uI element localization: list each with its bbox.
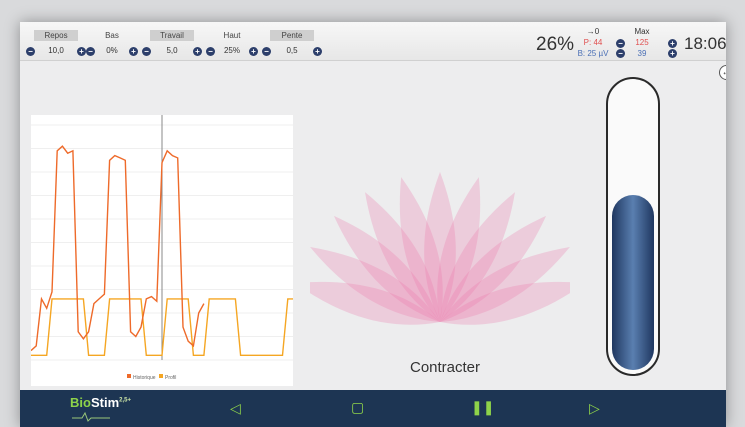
- bottom-navbar: BioStim2,5+ ◁ ▢ ❚❚ ▷: [20, 390, 726, 427]
- brand-logo: BioStim2,5+: [70, 395, 131, 422]
- param-pente-label: Pente: [270, 30, 314, 41]
- minus-circle-icon[interactable]: −: [616, 39, 625, 48]
- app-window: Repos − 10,0 + Bas − 0% + Travail − 5,0 …: [20, 22, 726, 427]
- plus-circle-icon[interactable]: +: [313, 47, 322, 56]
- legend-label: Profil: [165, 375, 176, 381]
- legend-swatch: [159, 374, 163, 378]
- clock: 18:06: [684, 34, 726, 53]
- param-pente: Pente − 0,5 +: [262, 30, 322, 56]
- waveform-icon: [72, 412, 110, 422]
- param-bas-label: Bas: [105, 31, 119, 40]
- level-gauge: [606, 77, 660, 376]
- threshold-label: →0: [586, 27, 600, 36]
- brand-name-part1: Bio: [70, 395, 91, 410]
- instruction-text: Contracter: [409, 359, 481, 376]
- back-triangle-icon[interactable]: ◁: [230, 400, 241, 417]
- param-bas: Bas − 0% +: [86, 30, 138, 56]
- plus-circle-icon[interactable]: +: [668, 39, 677, 48]
- plus-circle-icon[interactable]: +: [249, 47, 258, 56]
- max-label: Max: [634, 27, 650, 36]
- param-repos: Repos − 10,0 +: [26, 30, 86, 56]
- pause-icon[interactable]: ❚❚: [471, 399, 494, 416]
- emg-chart-svg: Historique Profil: [30, 115, 293, 381]
- legend-swatch: [127, 374, 131, 378]
- level-gauge-fill: [612, 195, 654, 370]
- emg-chart: Historique Profil: [30, 115, 293, 386]
- p-value: P: 44: [583, 38, 603, 47]
- param-haut: Haut − 25% +: [206, 30, 258, 56]
- parameter-bar: Repos − 10,0 + Bas − 0% + Travail − 5,0 …: [20, 22, 726, 61]
- plus-circle-icon[interactable]: +: [77, 47, 86, 56]
- lotus-flower-image: [310, 172, 570, 325]
- brand-name-part2: Stim: [90, 395, 120, 410]
- max-sub-value: 39: [637, 49, 647, 58]
- minus-circle-icon[interactable]: −: [616, 49, 625, 58]
- param-travail-label: Travail: [150, 30, 194, 41]
- series-line-historique: [30, 145, 205, 352]
- intensity-percent: 26%: [536, 34, 575, 55]
- plus-circle-icon[interactable]: +: [129, 47, 138, 56]
- brand-version: 2,5+: [119, 397, 131, 404]
- param-repos-label: Repos: [34, 30, 78, 41]
- max-value: 125: [635, 38, 649, 47]
- play-icon[interactable]: ▷: [589, 400, 600, 417]
- param-haut-label: Haut: [223, 31, 241, 40]
- plus-circle-icon[interactable]: +: [193, 47, 202, 56]
- b-value: B: 25 µV: [577, 49, 609, 58]
- legend-label: Historique: [133, 375, 156, 381]
- home-square-icon[interactable]: ▢: [351, 399, 364, 416]
- plus-circle-icon[interactable]: +: [668, 49, 677, 58]
- param-travail: Travail − 5,0 +: [142, 30, 202, 56]
- back-arrow-icon[interactable]: ←: [719, 65, 726, 80]
